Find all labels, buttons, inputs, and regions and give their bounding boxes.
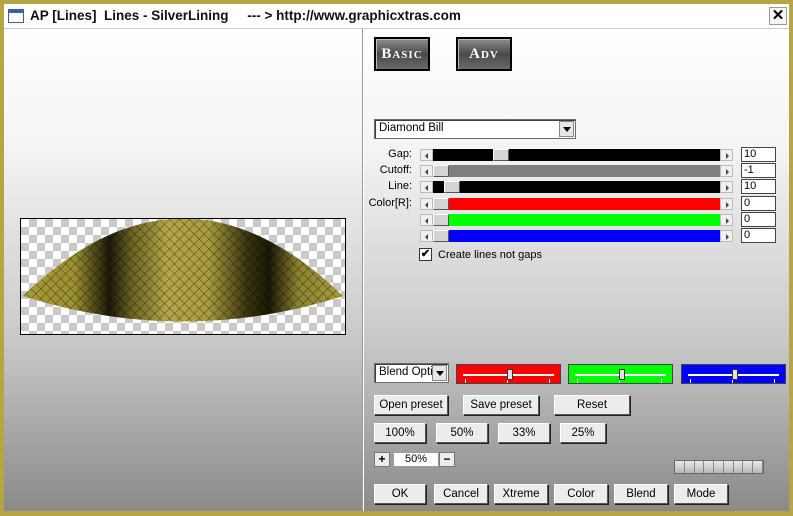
slider-thumb[interactable] [492,149,509,161]
arrow-right-icon[interactable] [720,165,733,177]
arrow-right-icon[interactable] [720,181,733,193]
chevron-down-icon[interactable] [432,365,447,381]
arrow-right-icon[interactable] [720,230,733,242]
param-slider[interactable] [420,198,733,210]
mode-button[interactable]: Mode [674,484,728,504]
blend-color-slider[interactable] [681,364,786,384]
preview-image [23,219,343,322]
preset-dropdown[interactable]: Diamond Bill [374,119,576,139]
arrow-right-icon[interactable] [720,214,733,226]
slider-thumb[interactable] [506,369,513,380]
slider-tick [549,379,550,383]
tab-adv[interactable]: Adv [456,37,512,71]
save-preset-button[interactable]: Save preset [463,395,539,415]
arrow-left-icon[interactable] [420,165,433,177]
zoom-level-field[interactable]: 50% [393,452,439,467]
blend-color-slider[interactable] [456,364,561,384]
arrow-left-icon[interactable] [420,149,433,161]
zoom-out-button[interactable]: − [439,452,455,467]
slider-value-field[interactable]: 0 [741,212,776,227]
param-slider[interactable] [420,149,733,161]
zoom-33-button[interactable]: 33% [498,423,550,443]
slider-tick [774,379,775,383]
slider-track[interactable] [433,181,720,193]
slider-track[interactable] [433,165,720,177]
slider-tick [577,379,578,383]
arrow-right-icon[interactable] [720,149,733,161]
dialog-client: Basic Adv Diamond Bill Gap: 10 Cutoff: -1 Li… [4,29,789,511]
slider-thumb[interactable] [433,214,449,226]
blend-button[interactable]: Blend [614,484,668,504]
slider-value-field[interactable]: 0 [741,228,776,243]
window-title: AP [Lines] Lines - SilverLining --- > ht… [30,8,461,23]
slider-thumb[interactable] [433,230,449,242]
slider-track[interactable] [433,198,720,210]
slider-thumb[interactable] [443,181,460,193]
slider-thumb[interactable] [618,369,625,380]
ok-button[interactable]: OK [374,484,426,504]
slider-label: Color[R]: [368,197,412,209]
slider-track[interactable] [433,149,720,161]
slider-tick [465,379,466,383]
window-icon [8,9,24,23]
window-frame: AP [Lines] Lines - SilverLining --- > ht… [0,0,793,516]
preview-canvas[interactable] [20,218,346,335]
blend-color-slider[interactable] [568,364,673,384]
param-slider[interactable] [420,230,733,242]
arrow-left-icon[interactable] [420,214,433,226]
progress-indicator [674,460,764,474]
create-lines-checkbox[interactable]: ✔ [419,248,432,261]
slider-tick [661,379,662,383]
slider-track[interactable] [433,214,720,226]
blend-options-dropdown[interactable]: Blend Optic [374,363,449,383]
blend-options-value: Blend Optic [379,366,433,378]
arrow-left-icon[interactable] [420,198,433,210]
arrow-left-icon[interactable] [420,181,433,193]
slider-track[interactable] [433,230,720,242]
xtreme-button[interactable]: Xtreme [494,484,548,504]
slider-label: Line: [388,180,412,192]
param-slider[interactable] [420,165,733,177]
arrow-right-icon[interactable] [720,198,733,210]
zoom-100-button[interactable]: 100% [374,423,426,443]
slider-value-field[interactable]: 0 [741,196,776,211]
slider-thumb[interactable] [433,165,449,177]
title-bar: AP [Lines] Lines - SilverLining --- > ht… [4,4,789,29]
reset-button[interactable]: Reset [554,395,630,415]
slider-thumb[interactable] [433,198,449,210]
slider-value-field[interactable]: 10 [741,179,776,194]
slider-value-field[interactable]: -1 [741,163,776,178]
cancel-button[interactable]: Cancel [434,484,488,504]
close-button[interactable]: ✕ [769,7,787,25]
open-preset-button[interactable]: Open preset [374,395,448,415]
slider-label: Gap: [388,148,412,160]
preset-dropdown-value: Diamond Bill [379,122,444,134]
zoom-50-button[interactable]: 50% [436,423,488,443]
chevron-down-icon[interactable] [559,121,574,137]
zoom-25-button[interactable]: 25% [560,423,606,443]
param-slider[interactable] [420,214,733,226]
color-button[interactable]: Color [554,484,608,504]
tab-basic[interactable]: Basic [374,37,430,71]
slider-value-field[interactable]: 10 [741,147,776,162]
settings-panel: Basic Adv Diamond Bill Gap: 10 Cutoff: -1 Li… [363,29,790,511]
preview-panel [4,29,363,511]
slider-label: Cutoff: [379,164,412,176]
slider-tick [690,379,691,383]
slider-thumb[interactable] [731,369,738,380]
param-slider[interactable] [420,181,733,193]
arrow-left-icon[interactable] [420,230,433,242]
zoom-in-button[interactable]: + [374,452,390,467]
create-lines-label: Create lines not gaps [438,249,542,261]
